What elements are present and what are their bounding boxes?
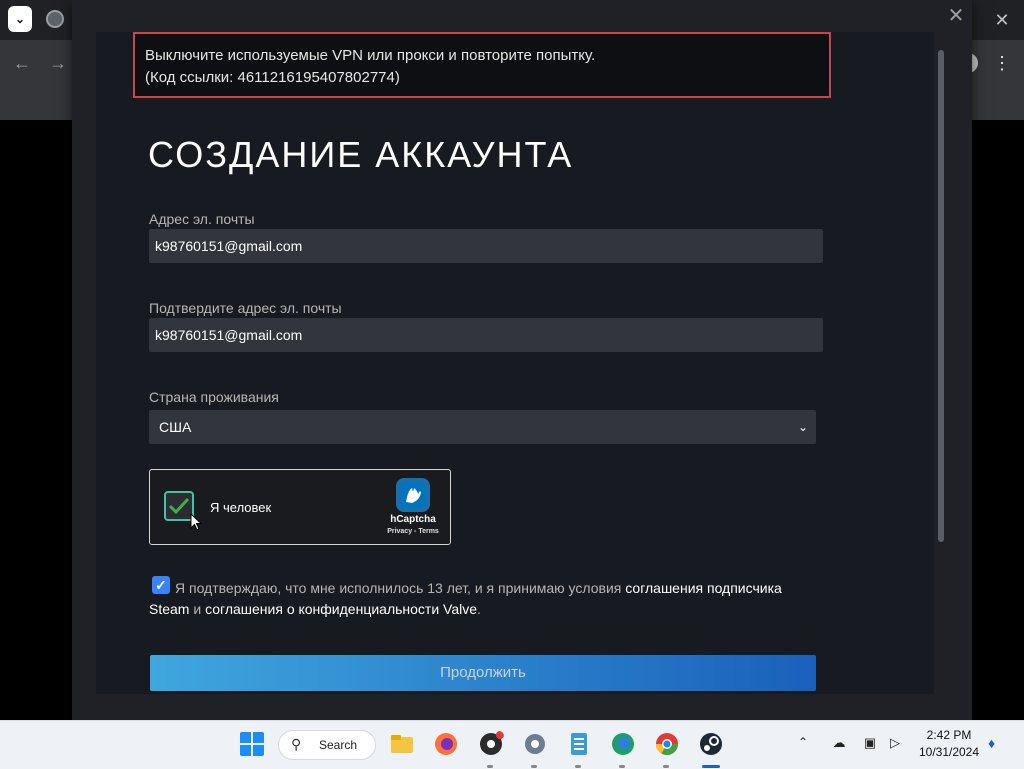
error-message: Выключите используемые VPN или прокси и … (145, 47, 596, 64)
taskbar-search[interactable]: ⚲ Search (278, 730, 376, 760)
close-icon[interactable]: ✕ (992, 8, 1012, 32)
error-banner: Выключите используемые VPN или прокси и … (133, 32, 831, 98)
error-reference-code: (Код ссылки: 4611216195407802774) (145, 69, 400, 86)
agree-checkbox[interactable]: ✓ (152, 576, 170, 594)
hcaptcha-widget: Я человек hCaptcha Privacy - Terms (149, 469, 451, 545)
steam-icon[interactable] (698, 731, 724, 757)
system-clock[interactable]: 2:42 PM 10/31/2024 (914, 727, 984, 761)
edge-icon[interactable] (610, 731, 636, 757)
chevron-up-icon[interactable]: ⌃ (798, 735, 808, 749)
country-select[interactable]: США ⌄ (149, 410, 816, 444)
country-selected-value: США (159, 419, 192, 435)
search-icon: ⚲ (291, 736, 302, 752)
continue-button[interactable]: Продолжить (150, 655, 816, 691)
confirm-email-field[interactable]: k98760151@gmail.com (149, 318, 823, 352)
page-title: СОЗДАНИЕ АККАУНТА (148, 134, 574, 175)
start-icon[interactable] (239, 731, 265, 757)
arrow-left-icon[interactable]: ← (11, 52, 33, 74)
chevron-down-icon: ⌄ (797, 420, 809, 434)
file-explorer-icon[interactable] (389, 731, 415, 757)
scrollbar-thumb[interactable] (938, 50, 944, 542)
privacy-policy-link[interactable]: соглашения о конфиденциальности Valve (205, 601, 477, 617)
hcaptcha-brand: hCaptcha (390, 514, 436, 525)
hcaptcha-logo-icon (396, 478, 430, 512)
checkmark-icon (168, 497, 190, 515)
notification-bell-icon[interactable]: ♦ (988, 735, 995, 751)
captcha-label: Я человек (210, 500, 272, 515)
taskbar: ⚲ Search ⌃ ☁ ▣ ▷ 2:42 PM 10/31/2024 ♦ (0, 720, 1024, 769)
chevron-down-icon[interactable]: ⌄ (8, 6, 32, 32)
more-vert-icon[interactable]: ⋮ (992, 52, 1012, 74)
email-field[interactable]: k98760151@gmail.com (149, 229, 823, 263)
clock-time: 2:42 PM (926, 728, 972, 742)
close-icon[interactable]: ✕ (944, 4, 968, 28)
cloud-offline-icon[interactable]: ☁ (830, 735, 848, 753)
globe-icon (46, 10, 64, 28)
agreement-text: Я подтверждаю, что мне исполнилось 13 ле… (149, 580, 782, 617)
notepad-icon[interactable] (566, 731, 592, 757)
network-icon[interactable]: ▣ (861, 735, 879, 753)
clock-date: 10/31/2024 (918, 745, 980, 759)
obs-icon[interactable] (478, 731, 504, 757)
mouse-cursor-icon (190, 513, 202, 531)
search-label: Search (319, 738, 358, 752)
hcaptcha-privacy-terms[interactable]: Privacy - Terms (378, 528, 448, 535)
volume-muted-icon[interactable]: ▷ (886, 735, 904, 753)
email-label: Адрес эл. почты (149, 211, 255, 227)
firefox-icon[interactable] (433, 731, 459, 757)
chrome-icon[interactable] (654, 731, 680, 757)
settings-icon[interactable] (522, 731, 548, 757)
arrow-right-icon[interactable]: → (47, 52, 69, 74)
country-label: Страна проживания (149, 389, 279, 405)
confirm-email-label: Подтвердите адрес эл. почты (149, 300, 342, 316)
